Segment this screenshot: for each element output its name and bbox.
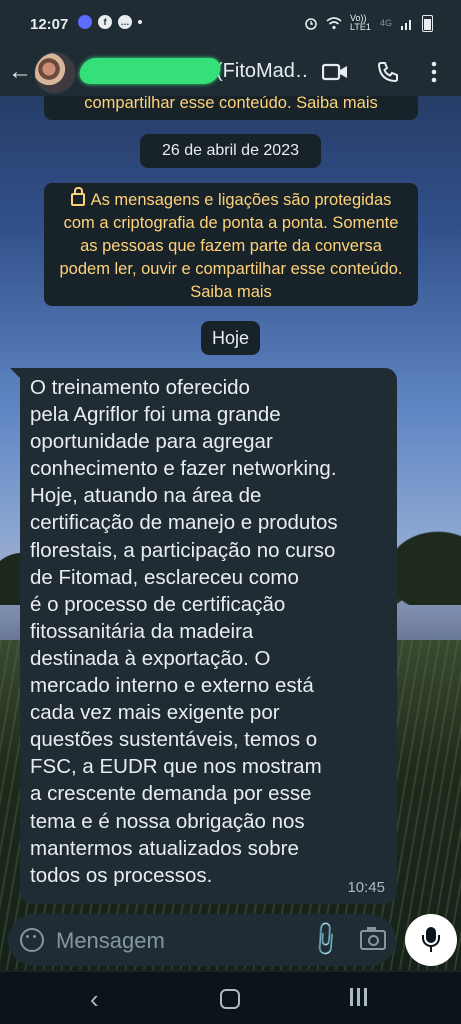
lock-icon bbox=[70, 187, 85, 206]
message-input[interactable] bbox=[54, 926, 278, 956]
chat-icon: … bbox=[118, 15, 132, 29]
camera-icon[interactable] bbox=[360, 927, 386, 950]
encryption-notice[interactable]: As mensagens e ligações são protegidas c… bbox=[44, 183, 418, 306]
volte-label: Vo)) LTE1 bbox=[349, 13, 371, 32]
today-chip: Hoje bbox=[201, 321, 260, 355]
signal-icon bbox=[401, 19, 411, 30]
dot-icon bbox=[138, 20, 142, 24]
emoji-icon[interactable] bbox=[20, 928, 44, 952]
system-message-tail: compartilhar esse conteúdo. Saiba mais bbox=[44, 96, 418, 120]
incoming-message[interactable]: O treinamento oferecido pela Agriflor fo… bbox=[20, 368, 397, 904]
date-chip-label: 26 de abril de 2023 bbox=[162, 142, 299, 159]
wifi-icon bbox=[326, 16, 342, 29]
video-call-icon[interactable] bbox=[322, 62, 348, 82]
nav-back-icon[interactable]: ‹ bbox=[90, 984, 99, 1015]
phone-icon[interactable] bbox=[376, 60, 400, 84]
system-navigation-bar: ‹ bbox=[0, 972, 461, 1024]
message-list[interactable]: compartilhar esse conteúdo. Saiba mais 2… bbox=[0, 96, 461, 972]
avatar[interactable] bbox=[34, 52, 76, 94]
redacted-name-overlay bbox=[77, 58, 223, 84]
message-composer: 📎 bbox=[8, 914, 396, 966]
network-label: 4G bbox=[379, 18, 392, 28]
chat-header: ← (FitoMad… bbox=[0, 48, 461, 96]
status-bar: 12:07 f … Vo)) LTE1 4G bbox=[0, 0, 461, 48]
back-arrow-icon[interactable]: ← bbox=[8, 58, 32, 86]
date-chip: 26 de abril de 2023 bbox=[140, 134, 321, 168]
facebook-icon: f bbox=[98, 15, 112, 29]
alarm-icon bbox=[305, 18, 317, 30]
system-message-tail-text: compartilhar esse conteúdo. Saiba mais bbox=[84, 96, 378, 112]
messenger-icon bbox=[78, 15, 92, 29]
nav-home-icon[interactable] bbox=[220, 989, 240, 1009]
notification-icons: f … bbox=[78, 15, 142, 29]
message-text: O treinamento oferecido pela Agriflor fo… bbox=[30, 376, 338, 887]
microphone-icon bbox=[422, 927, 440, 952]
more-icon[interactable] bbox=[430, 60, 438, 84]
attach-icon[interactable]: 📎 bbox=[304, 919, 346, 961]
system-icons: Vo)) LTE1 4G bbox=[304, 14, 433, 32]
nav-recents-icon[interactable] bbox=[350, 988, 368, 1006]
battery-icon bbox=[422, 14, 433, 32]
voice-message-button[interactable] bbox=[405, 914, 457, 966]
encryption-notice-text: As mensagens e ligações são protegidas c… bbox=[59, 191, 403, 301]
status-time: 12:07 bbox=[30, 16, 69, 33]
today-chip-label: Hoje bbox=[211, 328, 250, 348]
message-time: 10:45 bbox=[347, 879, 385, 896]
